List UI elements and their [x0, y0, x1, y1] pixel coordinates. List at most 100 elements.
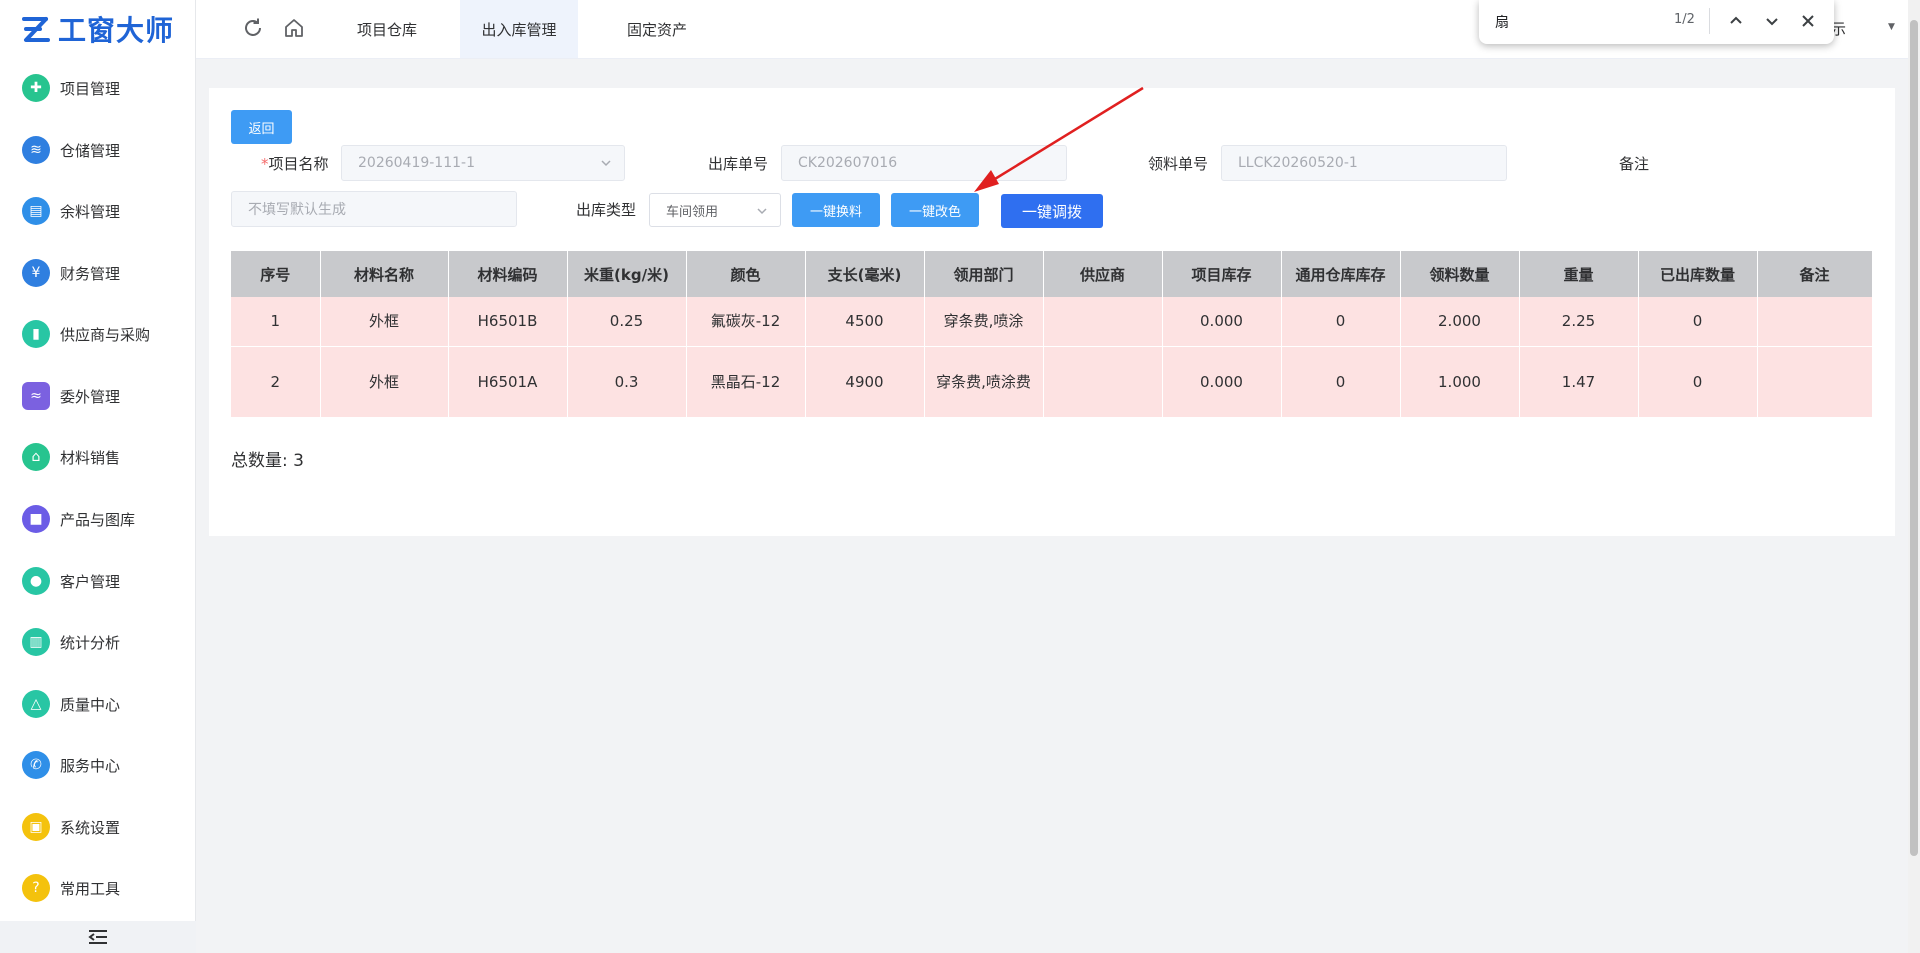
sidebar-item-label: 供应商与采购	[60, 325, 151, 344]
column-header: 米重(kg/米)	[567, 251, 687, 297]
table-cell: 1.000	[1400, 346, 1520, 418]
sidebar-item-surplus[interactable]: ▤ 余料管理	[0, 191, 196, 231]
chevron-down-icon[interactable]	[1761, 10, 1783, 32]
table-cell: 黑晶石-12	[686, 346, 806, 418]
required-mark: *	[261, 155, 269, 173]
sidebar-item-material-sale[interactable]: ⌂ 材料销售	[0, 437, 196, 477]
table-cell: H6501A	[448, 346, 568, 418]
sale-icon: ⌂	[22, 443, 50, 471]
find-match-count: 1/2	[1674, 12, 1695, 27]
remark-placeholder: 不填写默认生成	[248, 202, 346, 218]
back-button[interactable]: 返回	[231, 110, 292, 144]
tab-inout-management[interactable]: 出入库管理	[460, 0, 578, 58]
page-scrollbar[interactable]	[1908, 0, 1920, 953]
table-header-row: 序号 材料名称 材料编码 米重(kg/米) 颜色 支长(毫米) 领用部门 供应商…	[231, 251, 1873, 297]
column-header: 材料名称	[320, 251, 449, 297]
total-quantity: 总数量: 3	[231, 446, 304, 471]
total-label: 总数量:	[231, 451, 288, 471]
column-header: 已出库数量	[1638, 251, 1758, 297]
sidebar-item-label: 服务中心	[60, 756, 121, 775]
sidebar-item-quality[interactable]: △ 质量中心	[0, 684, 196, 724]
project-name-select[interactable]: 20260419-111-1	[341, 145, 625, 181]
column-header: 序号	[231, 251, 321, 297]
find-in-page-bar: 扇 1/2	[1479, 0, 1834, 44]
remark-label: 备注	[1619, 155, 1650, 173]
sidebar-item-service[interactable]: ✆ 服务中心	[0, 745, 196, 785]
settings-icon: ▣	[22, 813, 50, 841]
table-cell: 0	[1281, 297, 1401, 347]
home-icon[interactable]	[282, 16, 306, 40]
table-cell	[1757, 346, 1873, 418]
table-cell: 0	[1638, 346, 1758, 418]
out-type-label: 出库类型	[576, 201, 637, 219]
chevron-down-icon	[757, 208, 767, 215]
table-cell: 0.000	[1162, 297, 1282, 347]
table-cell: 2.25	[1519, 297, 1639, 347]
sidebar-item-tools[interactable]: ? 常用工具	[0, 868, 196, 908]
logo-text: 工窗大师	[58, 14, 175, 47]
close-icon[interactable]	[1797, 10, 1819, 32]
sidebar-item-label: 材料销售	[60, 448, 121, 467]
column-header: 领料数量	[1400, 251, 1520, 297]
table-cell: 穿条费,喷涂	[924, 297, 1044, 347]
pick-number-field[interactable]: LLCK20260520-1	[1221, 145, 1507, 181]
column-header: 支长(毫米)	[805, 251, 925, 297]
project-name-label-text: 项目名称	[268, 155, 329, 173]
collapse-menu-icon	[88, 930, 107, 944]
chart-icon: ▥	[22, 628, 50, 656]
column-header: 重量	[1519, 251, 1639, 297]
table-cell: 穿条费,喷涂费	[924, 346, 1044, 418]
out-number-field[interactable]: CK202607016	[781, 145, 1067, 181]
handshake-icon: ≈	[22, 382, 50, 410]
pick-number-value: LLCK20260520-1	[1238, 155, 1358, 171]
table-row[interactable]: 2 外框 H6501A 0.3 黑晶石-12 4900 穿条费,喷涂费 0.00…	[231, 346, 1873, 418]
sidebar-item-label: 系统设置	[60, 818, 121, 837]
replace-material-button[interactable]: 一键换料	[792, 193, 880, 227]
sidebar-item-supplier[interactable]: ▮ 供应商与采购	[0, 314, 196, 354]
column-header: 材料编码	[448, 251, 568, 297]
sidebar-item-project[interactable]: ✚ 项目管理	[0, 68, 196, 108]
pick-number-label: 领料单号	[1148, 155, 1209, 173]
caret-down-icon[interactable]: ▼	[1888, 22, 1895, 32]
transfer-button[interactable]: 一键调拨	[1001, 194, 1103, 228]
column-header: 供应商	[1043, 251, 1163, 297]
table-cell: 0.000	[1162, 346, 1282, 418]
tab-label: 固定资产	[626, 20, 687, 39]
sidebar-item-outsource[interactable]: ≈ 委外管理	[0, 376, 196, 416]
out-type-select[interactable]: 车间领用	[649, 193, 781, 227]
find-input[interactable]: 扇	[1495, 12, 1509, 32]
table-cell: 氟碳灰-12	[686, 297, 806, 347]
sidebar-item-products[interactable]: ■ 产品与图库	[0, 499, 196, 539]
table-cell: 1	[231, 297, 321, 347]
app-logo[interactable]: 工窗大师	[20, 10, 174, 48]
table-row[interactable]: 1 外框 H6501B 0.25 氟碳灰-12 4500 穿条费,喷涂 0.00…	[231, 297, 1873, 347]
scrollbar-thumb[interactable]	[1910, 20, 1918, 856]
out-number-label: 出库单号	[708, 155, 769, 173]
tab-fixed-assets[interactable]: 固定资产	[594, 0, 720, 58]
project-name-label: *项目名称	[261, 153, 329, 174]
table-cell: 0.25	[567, 297, 687, 347]
refresh-icon[interactable]	[241, 16, 265, 40]
sidebar-item-statistics[interactable]: ▥ 统计分析	[0, 622, 196, 662]
sidebar-item-label: 项目管理	[60, 79, 121, 98]
collapse-sidebar-button[interactable]	[0, 921, 196, 953]
sidebar-item-customer[interactable]: ● 客户管理	[0, 561, 196, 601]
project-name-value: 20260419-111-1	[358, 155, 475, 171]
recolor-button[interactable]: 一键改色	[891, 193, 979, 227]
remark-input[interactable]: 不填写默认生成	[231, 191, 517, 227]
main-panel: 返回 *项目名称 20260419-111-1 出库单号 CK202607016…	[209, 88, 1895, 536]
find-divider	[1709, 8, 1710, 34]
sidebar-item-warehouse[interactable]: ≋ 仓储管理	[0, 130, 196, 170]
table-cell: H6501B	[448, 297, 568, 347]
sidebar-item-finance[interactable]: ¥ 财务管理	[0, 253, 196, 293]
tab-project-warehouse[interactable]: 项目仓库	[330, 0, 444, 58]
sidebar-item-settings[interactable]: ▣ 系统设置	[0, 807, 196, 847]
table-cell: 2.000	[1400, 297, 1520, 347]
out-number-value: CK202607016	[798, 155, 898, 171]
table-cell: 4900	[805, 346, 925, 418]
sidebar-item-label: 客户管理	[60, 572, 121, 591]
table-cell: 0.3	[567, 346, 687, 418]
chevron-up-icon[interactable]	[1725, 10, 1747, 32]
question-icon: ?	[22, 874, 50, 902]
layers-icon: ≋	[22, 136, 50, 164]
